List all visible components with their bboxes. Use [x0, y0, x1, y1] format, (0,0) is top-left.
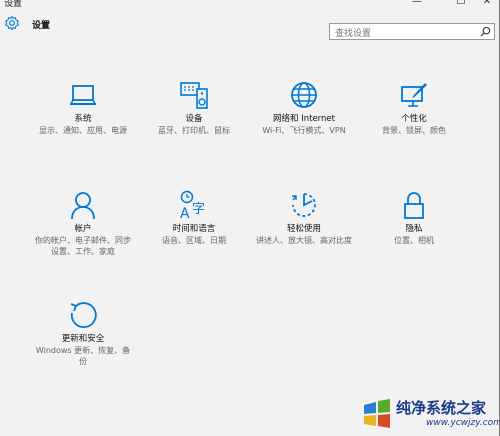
tile-update-security-desc: Windows 更新、恢复、备份	[35, 346, 131, 366]
time-language-icon: A 字	[180, 190, 205, 220]
watermark-url: www.ycwjzy.com	[426, 418, 500, 428]
paint-icon	[401, 83, 427, 107]
tile-update-security[interactable]: 更新和安全 Windows 更新、恢复、备份	[35, 300, 131, 367]
watermark: 纯净系统之家 www.ycwjzy.com	[358, 393, 500, 436]
laptop-icon	[70, 85, 96, 105]
tile-privacy[interactable]: 隐私 位置、相机	[366, 190, 462, 246]
title-bar: 设置 — ☐ ✕	[0, 0, 500, 9]
update-icon	[70, 302, 97, 328]
close-button[interactable]: ✕	[478, 0, 496, 8]
tile-devices-title: 设备	[185, 114, 203, 124]
devices-icon	[180, 82, 208, 109]
tile-privacy-title: 隐私	[405, 224, 423, 234]
tile-network[interactable]: 网络和 Internet Wi-Fi、飞行模式、VPN	[256, 80, 352, 136]
window-title: 设置	[4, 0, 23, 9]
tile-ease-of-access[interactable]: 轻松使用 讲述人、放大镜、高对比度	[256, 190, 352, 246]
watermark-text: 纯净系统之家	[396, 399, 487, 417]
tile-accounts-desc: 你的帐户、电子邮件、同步设置、工作、家庭	[35, 236, 131, 256]
tile-devices-desc: 蓝牙、打印机、鼠标	[158, 126, 230, 135]
tile-accounts-title: 帐户	[74, 224, 92, 234]
gear-icon	[5, 15, 19, 31]
tile-privacy-desc: 位置、相机	[394, 236, 434, 245]
tile-system-title: 系统	[74, 114, 92, 124]
globe-icon	[291, 82, 317, 108]
svg-text:A: A	[180, 206, 190, 220]
tile-system[interactable]: 系统 显示、通知、应用、电源	[35, 80, 131, 136]
tile-accounts[interactable]: 帐户 你的帐户、电子邮件、同步设置、工作、家庭	[35, 190, 131, 257]
tile-devices[interactable]: 设备 蓝牙、打印机、鼠标	[146, 80, 242, 136]
tile-ease-of-access-title: 轻松使用	[286, 224, 321, 234]
settings-window: 设置 — ☐ ✕ 设置 查找设置 系统 显示、通知、应用、电源 设备 蓝牙、打印…	[0, 0, 500, 436]
search-icon[interactable]	[480, 26, 491, 37]
watermark-logo-icon	[364, 399, 390, 428]
tile-network-title: 网络和 Internet	[273, 114, 335, 124]
person-icon	[71, 192, 95, 220]
svg-text:字: 字	[192, 202, 205, 217]
tile-update-security-title: 更新和安全	[61, 334, 105, 344]
header: 设置 查找设置	[0, 9, 500, 40]
ease-of-access-icon	[292, 193, 316, 217]
tile-network-desc: Wi-Fi、飞行模式、VPN	[262, 126, 346, 135]
tile-personalization[interactable]: 个性化 背景、锁屏、颜色	[366, 80, 462, 136]
minimize-button[interactable]: —	[408, 0, 426, 8]
page-title: 设置	[32, 21, 51, 31]
lock-icon	[404, 192, 424, 219]
search-input[interactable]: 查找设置	[329, 23, 495, 40]
search-placeholder: 查找设置	[335, 29, 372, 39]
maximize-button[interactable]: ☐	[452, 0, 470, 8]
tile-system-desc: 显示、通知、应用、电源	[39, 126, 127, 135]
tile-ease-of-access-desc: 讲述人、放大镜、高对比度	[256, 236, 352, 245]
tile-personalization-desc: 背景、锁屏、颜色	[382, 126, 446, 135]
tile-time-language[interactable]: A 字 时间和语言 语音、区域、日期	[146, 190, 242, 246]
tile-time-language-title: 时间和语言	[172, 224, 216, 234]
tile-time-language-desc: 语音、区域、日期	[162, 236, 226, 245]
tile-personalization-title: 个性化	[401, 114, 427, 124]
